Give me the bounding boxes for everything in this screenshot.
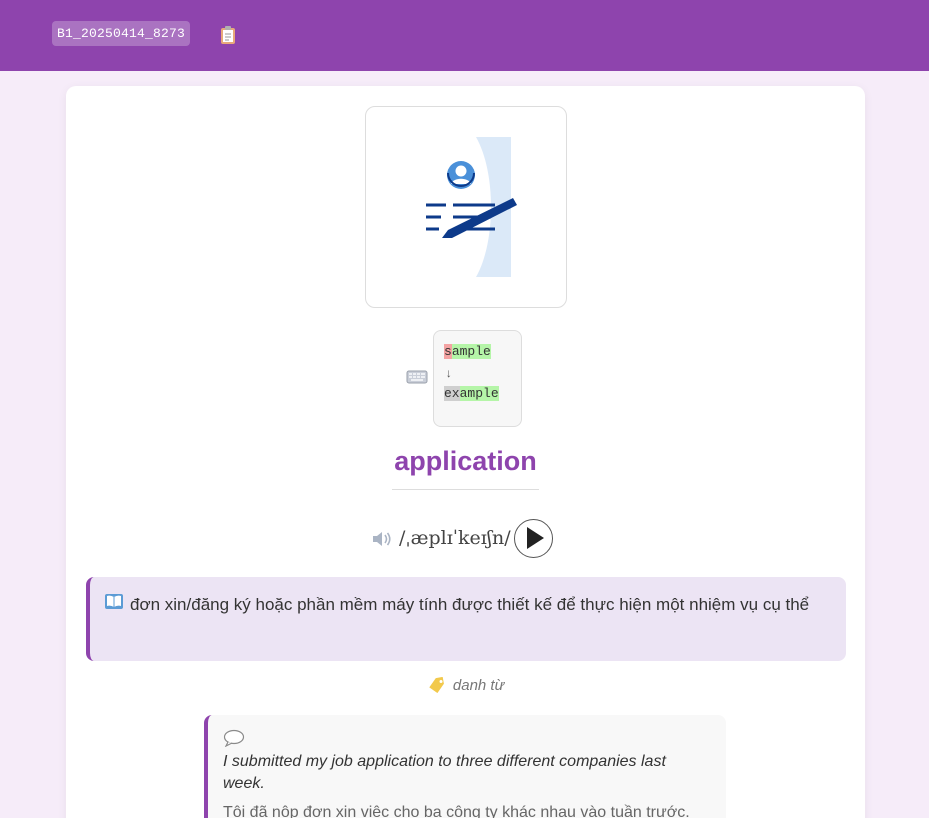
keyboard-icon xyxy=(406,370,428,384)
example-english: I submitted my job application to three … xyxy=(223,753,666,792)
deck-id-badge: B1_20250414_8273 xyxy=(52,21,191,46)
word-image-frame xyxy=(365,106,567,308)
diff-from-word: sample xyxy=(444,342,521,361)
definition-box: đơn xin/đăng ký hoặc phần mềm máy tính đ… xyxy=(86,577,846,661)
diff-shared-part: ample xyxy=(451,344,491,359)
part-of-speech-text: danh từ xyxy=(452,677,505,694)
job-application-document-icon xyxy=(426,137,517,277)
play-audio-button[interactable] xyxy=(514,519,553,558)
clipboard-icon xyxy=(221,26,235,44)
diff-shared-part: ample xyxy=(459,386,499,401)
play-icon xyxy=(527,527,544,549)
diff-to-word: example xyxy=(444,384,521,403)
top-bar: B1_20250414_8273 xyxy=(0,0,929,71)
word-divider xyxy=(392,489,539,490)
copy-button[interactable] xyxy=(214,21,242,49)
book-icon xyxy=(105,594,123,609)
diff-added-part: ex xyxy=(444,386,460,401)
diff-arrow: ↓ xyxy=(445,367,453,381)
spelling-diff: sample ↓ example xyxy=(433,330,522,427)
diff-removed-part: s xyxy=(444,344,452,359)
part-of-speech: danh từ xyxy=(66,677,865,694)
flashcard: sample ↓ example application /ˌæplɪˈkeɪʃ… xyxy=(66,86,865,818)
ipa-pronunciation: /ˌæplɪˈkeɪʃn/ xyxy=(399,527,511,549)
definition-text: đơn xin/đăng ký hoặc phần mềm máy tính đ… xyxy=(130,595,810,614)
example-box: I submitted my job application to three … xyxy=(204,715,726,818)
tag-icon xyxy=(429,677,444,693)
vocabulary-word: application xyxy=(394,446,537,476)
speech-bubble-icon xyxy=(223,729,245,747)
example-vietnamese: Tôi đã nộp đơn xin việc cho ba công ty k… xyxy=(223,804,690,818)
speaker-icon xyxy=(373,532,391,546)
